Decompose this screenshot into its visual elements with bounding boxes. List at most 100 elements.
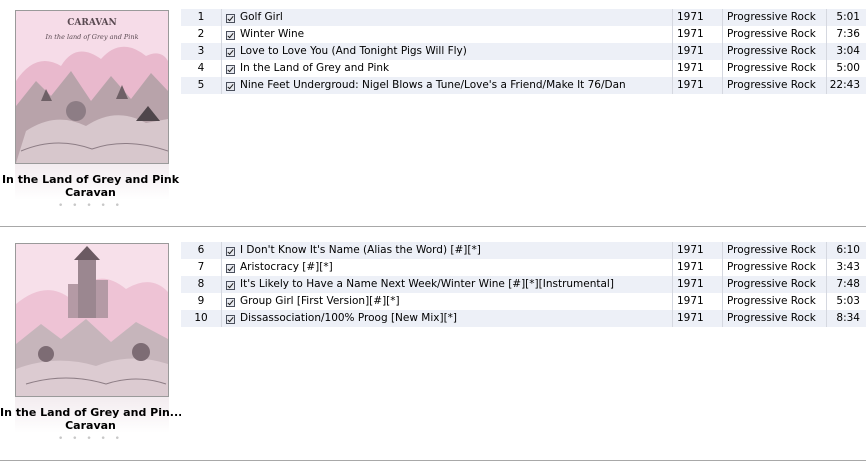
track-time: 7:36 <box>836 28 860 40</box>
track-genre: Progressive Rock <box>727 295 816 307</box>
album-cover-illustration <box>16 244 168 396</box>
track-list: 1 Golf Girl 1971 Progressive Rock 5:01 2… <box>181 9 866 94</box>
track-checkbox[interactable] <box>226 293 238 310</box>
album-cover-art[interactable]: CARAVAN In the land of Grey and Pink <box>15 10 169 164</box>
checkbox-checked-icon[interactable] <box>226 315 235 324</box>
track-checkbox[interactable] <box>226 43 238 60</box>
album-title[interactable]: In the Land of Grey and Pin... <box>0 406 181 419</box>
album-title[interactable]: In the Land of Grey and Pink <box>0 173 181 186</box>
track-row[interactable]: 2 Winter Wine 1971 Progressive Rock 7:36 <box>181 26 866 43</box>
track-row[interactable]: 9 Group Girl [First Version][#][*] 1971 … <box>181 293 866 310</box>
track-checkbox[interactable] <box>226 310 238 327</box>
track-name: In the Land of Grey and Pink <box>240 62 390 74</box>
column-separator <box>221 26 222 43</box>
track-genre: Progressive Rock <box>727 312 816 324</box>
track-name: Nine Feet Undergroud: Nigel Blows a Tune… <box>240 79 626 91</box>
track-checkbox[interactable] <box>226 9 238 26</box>
track-year: 1971 <box>677 295 704 307</box>
track-time: 8:34 <box>836 312 860 324</box>
track-year: 1971 <box>677 11 704 23</box>
checkbox-checked-icon[interactable] <box>226 281 235 290</box>
track-checkbox[interactable] <box>226 60 238 77</box>
track-row[interactable]: 4 In the Land of Grey and Pink 1971 Prog… <box>181 60 866 77</box>
track-row[interactable]: 1 Golf Girl 1971 Progressive Rock 5:01 <box>181 9 866 26</box>
track-name: Group Girl [First Version][#][*] <box>240 295 400 307</box>
column-separator <box>221 9 222 26</box>
checkbox-checked-icon[interactable] <box>226 14 235 23</box>
album-group-1: CARAVAN In the land of Grey and Pink In … <box>0 0 866 230</box>
cover-album-name: In the land of Grey and Pink <box>44 33 138 41</box>
track-checkbox[interactable] <box>226 276 238 293</box>
column-separator <box>672 60 673 77</box>
album-rating[interactable]: • • • • • <box>0 201 181 211</box>
column-separator <box>722 276 723 293</box>
track-time: 5:01 <box>836 11 860 23</box>
column-separator <box>672 43 673 60</box>
track-row[interactable]: 3 Love to Love You (And Tonight Pigs Wil… <box>181 43 866 60</box>
track-year: 1971 <box>677 278 704 290</box>
track-number: 3 <box>197 45 205 57</box>
column-separator <box>221 293 222 310</box>
track-time: 7:48 <box>836 278 860 290</box>
track-genre: Progressive Rock <box>727 244 816 256</box>
checkbox-checked-icon[interactable] <box>226 247 235 256</box>
checkbox-checked-icon[interactable] <box>226 48 235 57</box>
track-year: 1971 <box>677 79 704 91</box>
checkbox-checked-icon[interactable] <box>226 264 235 273</box>
track-genre: Progressive Rock <box>727 79 816 91</box>
track-number: 6 <box>197 244 205 256</box>
track-time: 3:43 <box>836 261 860 273</box>
column-separator <box>672 276 673 293</box>
track-time: 5:00 <box>836 62 860 74</box>
track-name: It's Likely to Have a Name Next Week/Win… <box>240 278 614 290</box>
checkbox-checked-icon[interactable] <box>226 82 235 91</box>
column-separator <box>672 77 673 94</box>
track-year: 1971 <box>677 312 704 324</box>
album-divider <box>0 460 866 461</box>
track-list: 6 I Don't Know It's Name (Alias the Word… <box>181 242 866 327</box>
track-number: 1 <box>197 11 205 23</box>
track-time: 6:10 <box>836 244 860 256</box>
album-group-2: In the Land of Grey and Pin... Caravan •… <box>0 233 866 463</box>
track-row[interactable]: 7 Aristocracy [#][*] 1971 Progressive Ro… <box>181 259 866 276</box>
track-number: 10 <box>194 312 208 324</box>
column-separator <box>722 77 723 94</box>
track-row[interactable]: 6 I Don't Know It's Name (Alias the Word… <box>181 242 866 259</box>
track-checkbox[interactable] <box>226 259 238 276</box>
album-cover-art[interactable] <box>15 243 169 397</box>
track-number: 7 <box>197 261 205 273</box>
track-time: 22:43 <box>829 79 860 91</box>
track-number: 9 <box>197 295 205 307</box>
column-separator <box>221 242 222 259</box>
track-year: 1971 <box>677 244 704 256</box>
album-rating[interactable]: • • • • • <box>0 434 181 444</box>
track-genre: Progressive Rock <box>727 62 816 74</box>
track-year: 1971 <box>677 62 704 74</box>
track-row[interactable]: 5 Nine Feet Undergroud: Nigel Blows a Tu… <box>181 77 866 94</box>
checkbox-checked-icon[interactable] <box>226 65 235 74</box>
track-checkbox[interactable] <box>226 242 238 259</box>
checkbox-checked-icon[interactable] <box>226 298 235 307</box>
column-separator <box>221 77 222 94</box>
track-checkbox[interactable] <box>226 77 238 94</box>
track-row[interactable]: 8 It's Likely to Have a Name Next Week/W… <box>181 276 866 293</box>
album-artist[interactable]: Caravan <box>0 186 181 199</box>
album-cover-illustration: CARAVAN In the land of Grey and Pink <box>16 11 168 163</box>
checkbox-checked-icon[interactable] <box>226 31 235 40</box>
track-year: 1971 <box>677 28 704 40</box>
column-separator <box>221 43 222 60</box>
track-name: Aristocracy [#][*] <box>240 261 333 273</box>
track-number: 8 <box>197 278 205 290</box>
column-separator <box>722 26 723 43</box>
track-row[interactable]: 10 Dissassociation/100% Proog [New Mix][… <box>181 310 866 327</box>
track-number: 2 <box>197 28 205 40</box>
track-checkbox[interactable] <box>226 26 238 43</box>
column-separator <box>221 310 222 327</box>
column-separator <box>672 259 673 276</box>
cover-band-name: CARAVAN <box>67 18 116 28</box>
track-genre: Progressive Rock <box>727 28 816 40</box>
track-time: 5:03 <box>836 295 860 307</box>
track-name: Winter Wine <box>240 28 305 40</box>
album-artist[interactable]: Caravan <box>0 419 181 432</box>
track-genre: Progressive Rock <box>727 278 816 290</box>
